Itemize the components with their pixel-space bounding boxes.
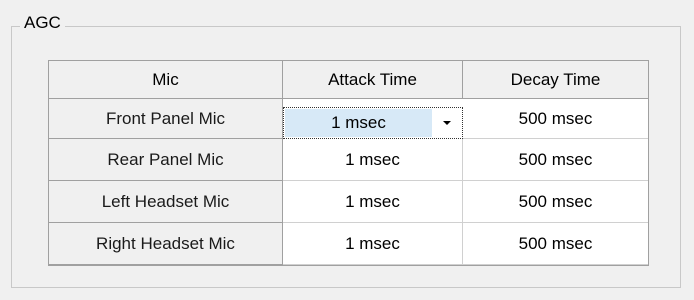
row-header-left-headset-mic[interactable]: Left Headset Mic	[49, 181, 283, 223]
column-header-attack-time[interactable]: Attack Time	[283, 61, 463, 99]
attack-time-combobox-value[interactable]: 1 msec	[285, 109, 432, 137]
attack-time-cell[interactable]: 1 msec	[283, 139, 463, 181]
column-header-mic[interactable]: Mic	[49, 61, 283, 99]
row-header-front-panel-mic[interactable]: Front Panel Mic	[49, 99, 283, 139]
attack-time-combobox[interactable]: 1 msec	[283, 107, 463, 139]
column-header-decay-time[interactable]: Decay Time	[463, 61, 648, 99]
attack-time-cell[interactable]: 1 msec	[283, 181, 463, 223]
row-header-rear-panel-mic[interactable]: Rear Panel Mic	[49, 139, 283, 181]
decay-time-cell[interactable]: 500 msec	[463, 181, 648, 223]
attack-time-cell[interactable]: 1 msec	[283, 223, 463, 265]
decay-time-cell[interactable]: 500 msec	[463, 99, 648, 139]
agc-group-title: AGC	[20, 12, 65, 34]
dropdown-button[interactable]	[432, 109, 461, 137]
decay-time-cell[interactable]: 500 msec	[463, 223, 648, 265]
decay-time-cell[interactable]: 500 msec	[463, 139, 648, 181]
row-header-right-headset-mic[interactable]: Right Headset Mic	[49, 223, 283, 265]
chevron-down-icon	[442, 121, 451, 125]
agc-grid: Mic Attack Time Decay Time Front Panel M…	[48, 60, 649, 266]
